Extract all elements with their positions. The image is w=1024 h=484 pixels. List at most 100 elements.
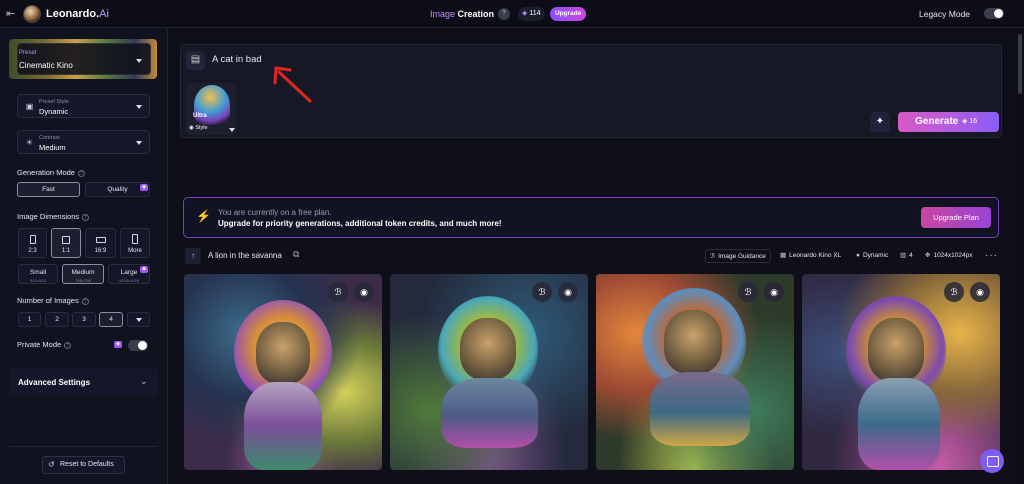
generated-image[interactable]: ℬ ◉ xyxy=(596,274,794,470)
red-annotation-arrow xyxy=(273,66,312,103)
help-icon[interactable]: ? xyxy=(81,297,89,305)
generate-label: Generate xyxy=(915,116,959,127)
premium-badge-icon: ◆ xyxy=(114,341,122,348)
scrollbar-thumb[interactable] xyxy=(1018,34,1022,94)
generated-image[interactable]: ℬ ◉ xyxy=(802,274,1000,470)
app-logo-text[interactable]: Leonardo.Ai xyxy=(46,8,109,20)
model-chip: ▩ Leonardo Kino XL xyxy=(780,249,841,263)
eye-icon[interactable]: ◉ xyxy=(970,282,990,302)
preset-chevron-down-icon xyxy=(136,59,142,63)
aspect-ratio-16-9[interactable]: 16:9 xyxy=(85,228,116,258)
chevron-down-icon: ⌄ xyxy=(140,376,148,386)
upgrade-plan-button[interactable]: Upgrade Plan xyxy=(921,207,991,228)
chevron-down-icon xyxy=(136,105,142,109)
image-guidance-icon[interactable]: ℬ xyxy=(532,282,552,302)
token-icon: ◈ xyxy=(522,10,528,17)
lion-body xyxy=(650,372,750,446)
banner-line1: You are currently on a free plan. xyxy=(218,208,332,217)
size-resolution: 512×512 xyxy=(30,278,46,283)
preset-value: Cinematic Kino xyxy=(19,61,73,70)
image-dimensions-label: Image Dimensions xyxy=(17,212,80,221)
aspect-ratio-1-1[interactable]: 1:1 xyxy=(51,228,81,258)
aspect-ratio-2-3[interactable]: 2:3 xyxy=(18,228,47,258)
more-ratio-icon xyxy=(132,234,138,244)
chevron-down-icon xyxy=(136,141,142,145)
chevron-down-icon xyxy=(229,128,235,132)
image-count-1[interactable]: 1 xyxy=(18,312,41,327)
legacy-mode-toggle[interactable] xyxy=(984,8,1004,19)
lion-body xyxy=(442,378,538,448)
generated-image[interactable]: ℬ ◉ xyxy=(184,274,382,470)
advanced-settings-accordion[interactable]: Advanced Settings ⌄ xyxy=(9,368,158,396)
scrollbar-track[interactable] xyxy=(1016,28,1024,484)
style-selector[interactable]: Ultra ◉ Style xyxy=(186,83,236,135)
contrast-value: Medium xyxy=(39,143,66,152)
model-label: Leonardo Kino XL xyxy=(789,252,842,259)
image-guidance-icon[interactable]: ℬ xyxy=(328,282,348,302)
prompt-magic-sparkle-icon[interactable]: ✦ xyxy=(870,112,890,132)
generated-image[interactable]: ℬ ◉ xyxy=(390,274,588,470)
help-icon[interactable]: ? xyxy=(77,169,85,177)
size-small[interactable]: Small 512×512 xyxy=(18,264,58,284)
upgrade-button[interactable]: Upgrade xyxy=(550,7,587,21)
help-icon[interactable]: ? xyxy=(82,213,90,221)
images-icon: ▥ xyxy=(900,252,907,259)
sun-icon: ☀ xyxy=(25,138,34,147)
generation-mode-fast[interactable]: Fast xyxy=(17,182,80,197)
preset-label: Preset xyxy=(19,50,37,56)
premium-badge-icon: ◆ xyxy=(140,184,148,191)
chat-support-icon[interactable] xyxy=(980,449,1004,473)
eye-icon[interactable]: ◉ xyxy=(558,282,578,302)
more-options-icon[interactable]: ··· xyxy=(985,250,998,261)
back-arrow-icon[interactable]: ⇤ xyxy=(6,7,15,20)
lion-face xyxy=(256,322,310,384)
image-count-3[interactable]: 3 xyxy=(72,312,96,327)
private-mode-toggle[interactable] xyxy=(128,340,148,351)
generate-button[interactable]: Generate ◈ 16 xyxy=(898,112,999,132)
preset-style-dropdown[interactable]: ▣ Preset Style Dynamic xyxy=(17,94,150,118)
model-icon: ▩ xyxy=(780,252,787,259)
image-guidance-chip[interactable]: ℬ Image Guidance xyxy=(705,249,771,263)
lightning-icon: ⚡ xyxy=(196,209,211,223)
private-mode-label: Private Mode xyxy=(17,340,62,349)
image-count-chip: ▥ 4 xyxy=(900,249,913,263)
legacy-mode-label: Legacy Mode xyxy=(919,9,971,19)
free-plan-banner: ⚡ You are currently on a free plan. Upgr… xyxy=(183,197,999,238)
aspect-ratio-more[interactable]: More xyxy=(120,228,150,258)
copy-icon[interactable]: ⧉ xyxy=(293,249,299,260)
contrast-dropdown[interactable]: ☀ Contrast Medium xyxy=(17,130,150,154)
logo-main-text: Leonardo. xyxy=(46,8,100,20)
move-icon: ✥ xyxy=(925,252,931,259)
generation-mode-label: Generation Mode xyxy=(17,168,75,177)
help-icon[interactable]: ? xyxy=(64,341,72,349)
image-guidance-icon[interactable]: ℬ xyxy=(738,282,758,302)
info-icon[interactable]: ? xyxy=(498,8,510,20)
reset-to-defaults-button[interactable]: ↺ Reset to Defaults xyxy=(42,456,125,474)
generation-mode-heading: Generation Mode? xyxy=(17,168,85,177)
image-guidance-icon: ℬ xyxy=(710,253,716,260)
arrow-up-icon[interactable]: ↑ xyxy=(185,248,201,264)
generate-cost: ◈ 16 xyxy=(962,117,977,125)
eye-icon[interactable]: ◉ xyxy=(354,282,374,302)
style-label-text: Style xyxy=(195,125,208,131)
style-icon: ◉ xyxy=(189,125,194,131)
preset-selector[interactable] xyxy=(9,39,157,79)
image-guidance-icon[interactable]: ℬ xyxy=(944,282,964,302)
aspect-ratio-label: More xyxy=(128,248,142,254)
reset-icon: ↺ xyxy=(48,460,55,469)
size-medium[interactable]: Medium 768×768 xyxy=(62,264,104,284)
portrait-ratio-icon xyxy=(29,235,36,244)
preset-selector-overlay xyxy=(17,43,151,75)
image-count-2[interactable]: 2 xyxy=(45,312,69,327)
token-icon: ◈ xyxy=(962,118,968,125)
reset-label: Reset to Defaults xyxy=(60,461,114,468)
image-count-more-dropdown[interactable] xyxy=(127,312,150,327)
image-upload-icon[interactable]: ▤ xyxy=(186,51,205,70)
image-count-4[interactable]: 4 xyxy=(99,312,123,327)
style-chip: ● Dynamic xyxy=(856,249,888,263)
number-of-images-label: Number of Images xyxy=(17,296,79,305)
chevron-down-icon xyxy=(136,318,142,322)
token-balance[interactable]: ◈ 114 xyxy=(518,7,545,21)
logo-avatar[interactable] xyxy=(23,5,41,23)
eye-icon[interactable]: ◉ xyxy=(764,282,784,302)
